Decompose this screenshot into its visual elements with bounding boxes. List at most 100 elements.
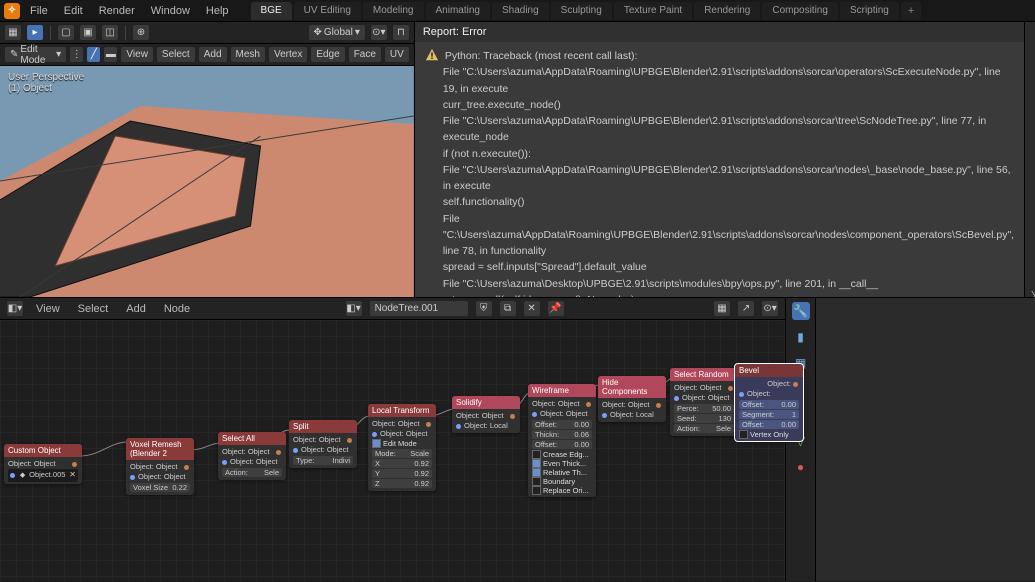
ne-menu-view[interactable]: View (30, 301, 66, 317)
vp-menu-edge[interactable]: Edge (310, 46, 345, 63)
socket-in-icon[interactable] (10, 473, 15, 478)
vp-menu-face[interactable]: Face (348, 46, 382, 63)
node-solidify[interactable]: Solidify Object: Object Object: Local (452, 396, 520, 433)
gizmo-icon[interactable]: ⊕ (132, 24, 150, 41)
tab-uv[interactable]: UV Editing (294, 2, 361, 20)
menu-edit[interactable]: Edit (58, 3, 89, 19)
prop-label: Thickn: (535, 430, 559, 439)
tab-rendering[interactable]: Rendering (694, 2, 760, 20)
mode-dropdown[interactable]: ✎ Edit Mode ▾ (4, 46, 67, 63)
menu-window[interactable]: Window (145, 3, 196, 19)
socket-out-icon[interactable] (184, 465, 189, 470)
3d-viewport[interactable]: ▦ ▸ ▢ ▣ ◫ ⊕ ✥ Global ▾ ⊙▾ ⊓ ✎ Edit Mode … (0, 22, 414, 297)
shield-icon[interactable]: ⛨ (475, 300, 493, 317)
face-select-icon[interactable]: ▬ (103, 46, 118, 63)
tree-type-icon[interactable]: ◧▾ (345, 300, 363, 317)
socket-out-icon[interactable] (426, 422, 431, 427)
node-select-random[interactable]: Select Random Object: Object Object: Obj… (670, 368, 738, 436)
socket-out-icon[interactable] (793, 382, 798, 387)
check-crease[interactable]: Crease Edg... (532, 450, 592, 459)
snap3-icon[interactable]: ◫ (101, 24, 119, 41)
check-replace[interactable]: Replace Ori... (532, 486, 592, 495)
close-icon[interactable]: ✕ (523, 300, 541, 317)
node-wireframe[interactable]: Wireframe Object: Object Object: Object … (528, 384, 596, 497)
socket-label: Object: Object (372, 419, 420, 429)
orientation-dropdown[interactable]: ✥ Global ▾ (308, 24, 366, 41)
socket-out-icon[interactable] (656, 403, 661, 408)
node-custom-object[interactable]: Custom Object Object: Object ◆ Object.00… (4, 444, 82, 484)
socket-out-icon[interactable] (728, 386, 733, 391)
node-voxel-remesh[interactable]: Voxel Remesh (Blender 2 Object: Object O… (126, 438, 194, 495)
socket-in-icon[interactable] (372, 432, 377, 437)
overlay-icon[interactable]: ⊙▾ (761, 300, 779, 317)
vp-menu-vertex[interactable]: Vertex (268, 46, 308, 63)
vp-menu-uv[interactable]: UV (384, 46, 410, 63)
socket-in-icon[interactable] (532, 412, 537, 417)
cursor-tool-icon[interactable]: ▸ (26, 24, 44, 41)
vp-menu-view[interactable]: View (120, 46, 154, 63)
editor-type-icon[interactable]: ◧▾ (6, 300, 24, 317)
vp-menu-mesh[interactable]: Mesh (230, 46, 266, 63)
tool-icon[interactable]: 🔧 (792, 302, 810, 320)
socket-out-icon[interactable] (586, 402, 591, 407)
tab-bge[interactable]: BGE (251, 2, 292, 20)
socket-in-icon[interactable] (293, 448, 298, 453)
socket-in-icon[interactable] (674, 396, 679, 401)
tab-add[interactable]: + (901, 2, 921, 20)
snap2-icon[interactable]: ▣ (79, 24, 97, 41)
edit-mode-check[interactable]: Edit Mode (372, 439, 432, 448)
editor-type-icon[interactable]: ▦ (4, 24, 22, 41)
node-canvas[interactable]: Custom Object Object: Object ◆ Object.00… (0, 320, 785, 581)
check-even[interactable]: Even Thick... (532, 459, 592, 468)
copy-icon[interactable]: ⧉ (499, 300, 517, 317)
tab-scripting[interactable]: Scripting (840, 2, 899, 20)
socket-out-icon[interactable] (276, 450, 281, 455)
vp-menu-add[interactable]: Add (198, 46, 228, 63)
snap-icon[interactable]: ▢ (57, 24, 75, 41)
nodetree-name[interactable]: NodeTree.001 (369, 300, 469, 317)
pin-icon[interactable]: 📌 (547, 300, 565, 317)
viewport-canvas[interactable] (0, 66, 414, 297)
arrow-icon[interactable]: ↗ (737, 300, 755, 317)
magnet-icon[interactable]: ⊓ (392, 24, 410, 41)
vert-select-icon[interactable]: ⋮ (69, 46, 84, 63)
socket-in-icon[interactable] (739, 392, 744, 397)
socket-in-icon[interactable] (130, 475, 135, 480)
check-vertex-only[interactable]: Vertex Only (739, 430, 799, 439)
check-relative[interactable]: Relative Th... (532, 468, 592, 477)
node-local-transform[interactable]: Local Transform Object: Object Object: O… (368, 404, 436, 491)
check-boundary[interactable]: Boundary (532, 477, 592, 486)
tab-shading[interactable]: Shading (492, 2, 549, 20)
render-icon[interactable]: ▮ (792, 328, 810, 346)
socket-label: Object: Object (602, 400, 650, 410)
object-icon[interactable]: ● (792, 458, 810, 476)
pivot-icon[interactable]: ⊙▾ (370, 24, 388, 41)
ne-menu-select[interactable]: Select (72, 301, 115, 317)
tab-texpaint[interactable]: Texture Paint (614, 2, 692, 20)
menu-help[interactable]: Help (200, 3, 235, 19)
node-hide-components[interactable]: Hide Components Object: Object Object: L… (598, 376, 666, 422)
socket-in-icon[interactable] (602, 413, 607, 418)
socket-out-icon[interactable] (347, 438, 352, 443)
node-select-all[interactable]: Select All Object: Object Object: Object… (218, 432, 286, 480)
socket-in-icon[interactable] (456, 424, 461, 429)
vp-menu-select[interactable]: Select (156, 46, 196, 63)
socket-out-icon[interactable] (72, 462, 77, 467)
tab-modeling[interactable]: Modeling (363, 2, 424, 20)
edge-select-icon[interactable]: ╱ (86, 46, 101, 63)
prop-value: 0.92 (414, 479, 429, 488)
socket-out-icon[interactable] (510, 414, 515, 419)
tab-animating[interactable]: Animating (426, 2, 490, 20)
ne-menu-add[interactable]: Add (120, 301, 152, 317)
node-editor-main[interactable]: ◧▾ View Select Add Node ◧▾ NodeTree.001 … (0, 298, 785, 581)
menu-file[interactable]: File (24, 3, 54, 19)
menu-render[interactable]: Render (93, 3, 141, 19)
node-split[interactable]: Split Object: Object Object: Object Type… (289, 420, 357, 468)
tab-sculpting[interactable]: Sculpting (551, 2, 612, 20)
socket-in-icon[interactable] (222, 460, 227, 465)
node-bevel[interactable]: Bevel Object: Object: Offset:0.00 Segmen… (735, 364, 803, 441)
prop-value: 0.00 (781, 420, 796, 429)
tab-compositing[interactable]: Compositing (762, 2, 838, 20)
ne-menu-node[interactable]: Node (158, 301, 196, 317)
backdrop-icon[interactable]: ▦ (713, 300, 731, 317)
